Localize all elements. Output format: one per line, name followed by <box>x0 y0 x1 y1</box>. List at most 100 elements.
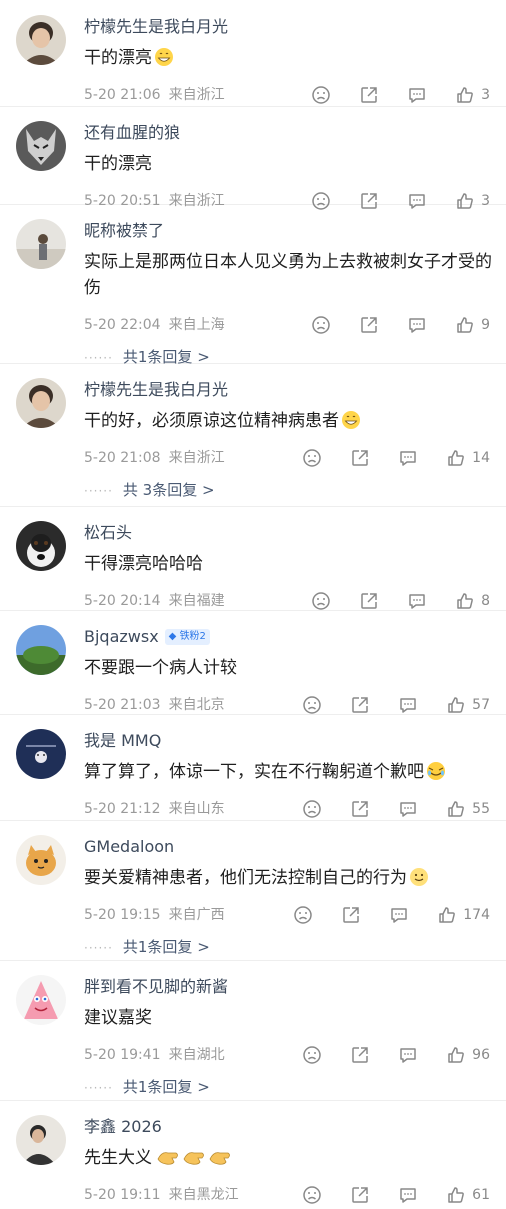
share-icon <box>343 907 360 923</box>
like-button[interactable]: 9 <box>455 311 490 339</box>
comment-icon <box>400 802 416 817</box>
comment-item: 柠檬先生是我白月光 干的漂亮 5-20 21:06 来自浙江 3 <box>0 0 506 107</box>
username[interactable]: GMedaloon <box>84 835 174 859</box>
reply-button[interactable] <box>407 315 427 335</box>
like-button[interactable]: 55 <box>446 795 490 823</box>
comment-icon <box>391 908 408 923</box>
share-button[interactable] <box>350 1045 370 1065</box>
avatar[interactable] <box>16 15 66 65</box>
dislike-button[interactable] <box>311 591 331 611</box>
comment-date: 5-20 19:11 <box>84 1187 161 1203</box>
comment-text: 建议嘉奖 <box>84 1008 152 1028</box>
comment-date: 5-20 22:04 <box>84 317 161 333</box>
thumbs-up-icon <box>448 697 465 713</box>
comment-item: 李鑫 2026 先生大义 5-20 19:11 来自黑龙江 61 <box>0 1101 506 1204</box>
view-replies-link[interactable]: ······ 共 3条回复 > <box>84 472 506 508</box>
reply-button[interactable] <box>398 448 418 468</box>
comment-text: 实际上是那两位日本人见义勇为上去救被刺女子才受的伤 <box>84 252 492 298</box>
reply-button[interactable] <box>389 905 409 925</box>
view-replies-link[interactable]: ······ 共1条回复 > <box>84 929 506 965</box>
username[interactable]: 李鑫 2026 <box>84 1115 162 1139</box>
avatar[interactable] <box>16 625 66 675</box>
share-icon <box>361 593 377 609</box>
comment-meta: 5-20 21:06 来自浙江 3 <box>84 81 506 109</box>
smile-emoji-icon <box>409 867 429 887</box>
frown-icon <box>312 316 330 334</box>
reply-button[interactable] <box>398 1185 418 1205</box>
comment-location: 来自浙江 <box>168 450 225 466</box>
comment-location: 来自黑龙江 <box>168 1187 239 1203</box>
share-button[interactable] <box>350 448 370 468</box>
comment-item: GMedaloon 要关爱精神患者，他们无法控制自己的行为 5-20 19:15… <box>0 821 506 961</box>
replies-count[interactable]: 共 3条回复 > <box>123 481 215 499</box>
comment-icon <box>409 318 425 333</box>
frown-icon <box>303 800 321 818</box>
avatar[interactable] <box>16 835 66 885</box>
dislike-button[interactable] <box>302 1185 322 1205</box>
share-button[interactable] <box>350 799 370 819</box>
frown-icon <box>303 696 321 714</box>
username[interactable]: 柠檬先生是我白月光 <box>84 378 228 402</box>
comment-text: 干的漂亮 <box>84 48 152 68</box>
reply-button[interactable] <box>398 695 418 715</box>
replies-count[interactable]: 共1条回复 > <box>123 938 210 956</box>
reply-button[interactable] <box>398 1045 418 1065</box>
reply-button[interactable] <box>398 799 418 819</box>
frown-icon <box>312 592 330 610</box>
share-button[interactable] <box>350 1185 370 1205</box>
like-button[interactable]: 14 <box>446 444 490 472</box>
dislike-button[interactable] <box>293 905 313 925</box>
avatar[interactable] <box>16 378 66 428</box>
thumbs-up-icon <box>457 593 473 609</box>
like-button[interactable]: 174 <box>437 901 490 929</box>
comment-location: 来自北京 <box>168 697 225 713</box>
like-count: 3 <box>481 87 490 103</box>
like-button[interactable]: 61 <box>446 1181 490 1209</box>
dislike-button[interactable] <box>311 315 331 335</box>
share-button[interactable] <box>350 695 370 715</box>
username[interactable]: 胖到看不见脚的新酱 <box>84 975 228 999</box>
avatar[interactable] <box>16 521 66 571</box>
avatar[interactable] <box>16 1115 66 1165</box>
share-icon <box>352 450 368 466</box>
share-button[interactable] <box>359 85 379 105</box>
avatar[interactable] <box>16 729 66 779</box>
share-button[interactable] <box>359 315 379 335</box>
comment-date: 5-20 21:08 <box>84 450 161 466</box>
dislike-button[interactable] <box>302 448 322 468</box>
diamond-icon: ◆ <box>168 631 177 642</box>
like-button[interactable]: 3 <box>455 81 490 109</box>
reply-button[interactable] <box>407 591 427 611</box>
avatar[interactable] <box>16 219 66 269</box>
like-button[interactable]: 96 <box>446 1041 490 1069</box>
username[interactable]: 昵称被禁了 <box>84 219 164 243</box>
share-button[interactable] <box>341 905 361 925</box>
replies-count[interactable]: 共1条回复 > <box>123 1078 210 1096</box>
avatar[interactable] <box>16 975 66 1025</box>
username[interactable]: 我是 MMQ <box>84 729 161 753</box>
like-count: 14 <box>472 450 490 466</box>
reply-button[interactable] <box>407 85 427 105</box>
view-replies-link[interactable]: ······ 共1条回复 > <box>84 1069 506 1105</box>
dislike-button[interactable] <box>311 85 331 105</box>
comment-item: 还有血腥的狼 干的漂亮 5-20 20:51 来自浙江 3 <box>0 107 506 210</box>
dislike-button[interactable] <box>302 799 322 819</box>
like-count: 55 <box>472 801 490 817</box>
share-icon <box>352 1047 368 1063</box>
comment-text: 算了算了，体谅一下，实在不行鞠躬道个歉吧 <box>84 762 424 782</box>
thumbs-up-icon <box>448 1047 465 1063</box>
share-icon <box>352 1187 368 1203</box>
username[interactable]: 松石头 <box>84 521 132 545</box>
fist-salute-emoji-icon <box>156 1147 180 1167</box>
comment-icon <box>409 594 425 609</box>
avatar[interactable] <box>16 121 66 171</box>
username[interactable]: 还有血腥的狼 <box>84 121 180 145</box>
username[interactable]: Bjqazwsx <box>84 625 159 649</box>
comment-icon <box>400 698 416 713</box>
share-button[interactable] <box>359 591 379 611</box>
dislike-button[interactable] <box>302 695 322 715</box>
dislike-button[interactable] <box>302 1045 322 1065</box>
username[interactable]: 柠檬先生是我白月光 <box>84 15 228 39</box>
comment-meta: 5-20 19:15 来自广西 174 <box>84 901 506 929</box>
comment-icon <box>400 451 416 466</box>
